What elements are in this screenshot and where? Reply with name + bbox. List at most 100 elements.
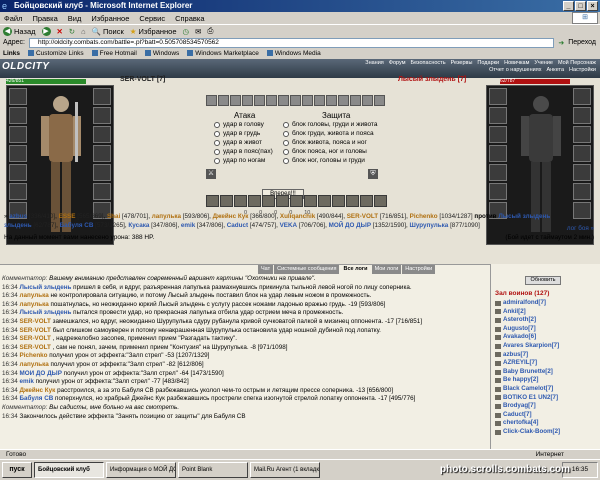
go-arrow-icon[interactable]: ➜ xyxy=(558,39,564,47)
skill-icon[interactable] xyxy=(290,195,303,207)
list-item[interactable]: Asteroth[2] xyxy=(495,316,599,325)
nav-link[interactable]: Учение xyxy=(534,60,553,66)
equip-slot[interactable] xyxy=(9,183,27,200)
equip-slot[interactable] xyxy=(489,183,507,200)
maximize-button[interactable]: □ xyxy=(575,1,586,11)
forward-button[interactable]: ▶ xyxy=(41,26,51,36)
nav-link[interactable]: Безопасность xyxy=(410,60,445,66)
crossed-swords-icon[interactable]: ⚔ xyxy=(206,169,216,179)
menu-edit[interactable]: Правка xyxy=(32,14,57,23)
nav-link[interactable]: Новичкам xyxy=(504,60,529,66)
fighter-name[interactable]: SER-VOLT [7] xyxy=(120,76,165,83)
start-button[interactable]: пуск xyxy=(2,462,32,478)
link-windows[interactable]: Windows xyxy=(144,50,179,57)
effect-icon[interactable] xyxy=(242,95,253,106)
team-member[interactable]: лапулька xyxy=(152,213,181,220)
chat-name[interactable]: SER-VOLT xyxy=(20,318,51,325)
team-member[interactable]: azbus xyxy=(9,213,27,220)
list-item[interactable]: Baby Brunette[2] xyxy=(495,368,599,377)
team-member[interactable]: Шурупулька xyxy=(410,222,449,229)
equip-slot[interactable] xyxy=(573,145,591,162)
back-button[interactable]: ◀ Назад xyxy=(3,26,36,36)
equip-slot[interactable] xyxy=(489,88,507,105)
effect-icon[interactable] xyxy=(362,95,373,106)
effect-icon[interactable] xyxy=(314,95,325,106)
tab-system[interactable]: Системные сообщения xyxy=(274,265,340,274)
effect-icon[interactable] xyxy=(254,95,265,106)
skill-icon[interactable] xyxy=(332,195,345,207)
list-item[interactable]: Caduct[7] xyxy=(495,411,599,420)
skill-icon[interactable] xyxy=(304,195,317,207)
chat-name[interactable]: МОЙ ДО ДЫР xyxy=(20,370,62,377)
chat-name[interactable]: Pichenko xyxy=(20,352,48,359)
effect-icon[interactable] xyxy=(302,95,313,106)
home-icon[interactable]: ⌂ xyxy=(81,27,86,36)
equip-slot[interactable] xyxy=(93,145,111,162)
team-member[interactable]: Джейнс Кук xyxy=(213,213,249,220)
task-button[interactable]: Mail.Ru Агент (1 вкладка) xyxy=(250,462,320,478)
equip-slot[interactable] xyxy=(489,145,507,162)
tab-my-logs[interactable]: Мои логи xyxy=(371,265,402,274)
team-member[interactable]: VEKA xyxy=(280,222,298,229)
attack-option[interactable]: удар в грудь xyxy=(214,129,273,138)
equip-slot[interactable] xyxy=(9,164,27,181)
equip-slot[interactable] xyxy=(93,183,111,200)
list-item[interactable]: AZREYIL[7] xyxy=(495,359,599,368)
team-member[interactable]: Бабуля СВ xyxy=(60,222,94,229)
opponent-name[interactable]: Лысый злыдень [7] xyxy=(398,76,466,83)
refresh-button[interactable]: Обновить xyxy=(525,276,561,285)
tab-chat[interactable]: Чат xyxy=(258,265,274,274)
chat-name[interactable]: лапулька xyxy=(20,292,49,299)
menu-favorites[interactable]: Избранное xyxy=(91,14,129,23)
shield-icon[interactable]: ⛨ xyxy=(368,169,378,179)
defense-option[interactable]: блок живота, пояса и ног xyxy=(283,138,377,147)
nav-link[interactable]: Мой Персонаж xyxy=(558,60,596,66)
effect-icon[interactable] xyxy=(230,95,241,106)
chat-name[interactable]: Джейнс Кук xyxy=(20,387,56,394)
history-icon[interactable]: ◷ xyxy=(183,27,190,36)
list-item[interactable]: Brodyag[7] xyxy=(495,402,599,411)
nav-link[interactable]: Форум xyxy=(389,60,406,66)
equip-slot[interactable] xyxy=(573,126,591,143)
skill-icon[interactable] xyxy=(374,195,387,207)
tab-all-logs[interactable]: Все логи xyxy=(340,265,371,274)
attack-option[interactable]: удар в пояс(пах) xyxy=(214,147,273,156)
skill-icon[interactable] xyxy=(276,195,289,207)
effect-icon[interactable] xyxy=(374,95,385,106)
effect-icon[interactable] xyxy=(218,95,229,106)
equip-slot[interactable] xyxy=(573,88,591,105)
chat-name[interactable]: Лысый злыдень xyxy=(20,284,72,291)
equip-slot[interactable] xyxy=(489,126,507,143)
equip-slot[interactable] xyxy=(9,145,27,162)
list-item[interactable]: BOTIKO Е1 UN2[7] xyxy=(495,394,599,403)
chat-name[interactable]: emik xyxy=(20,378,34,385)
equip-slot[interactable] xyxy=(93,107,111,124)
team-member[interactable]: Pichenko xyxy=(410,213,438,220)
task-button[interactable]: Бойцовский клуб xyxy=(34,462,104,478)
equip-slot[interactable] xyxy=(93,164,111,181)
link-media[interactable]: Windows Media xyxy=(266,50,321,57)
chat-name[interactable]: SER-VOLT xyxy=(20,335,51,342)
equip-slot[interactable] xyxy=(489,107,507,124)
equip-slot[interactable] xyxy=(573,107,591,124)
skill-icon[interactable] xyxy=(346,195,359,207)
close-button[interactable]: × xyxy=(587,1,598,11)
team-member[interactable]: Shai xyxy=(107,213,120,220)
defense-option[interactable]: блок груди, живота и пояса xyxy=(283,129,377,138)
team-member[interactable]: МОЙ ДО ДЫР xyxy=(329,222,371,229)
nav-link[interactable]: Знания xyxy=(365,60,384,66)
stop-icon[interactable]: ✕ xyxy=(57,27,63,36)
skill-icon[interactable] xyxy=(206,195,219,207)
chat-name[interactable]: Бабуля СВ xyxy=(20,395,54,402)
equip-slot[interactable] xyxy=(573,164,591,181)
print-icon[interactable]: ⎙ xyxy=(207,26,213,36)
team-member[interactable]: emik xyxy=(181,222,195,229)
nav-link[interactable]: Анкета xyxy=(546,67,564,73)
list-item[interactable]: Click-Clak-Boom[2] xyxy=(495,428,599,437)
skill-icon[interactable] xyxy=(360,195,373,207)
task-button[interactable]: Информация о МОЙ ДО... xyxy=(106,462,176,478)
battle-log-link[interactable]: лог боя » xyxy=(567,225,594,232)
effect-icon[interactable] xyxy=(290,95,301,106)
task-button[interactable]: Point Blank xyxy=(178,462,248,478)
chat-name[interactable]: SER-VOLT xyxy=(20,327,51,334)
